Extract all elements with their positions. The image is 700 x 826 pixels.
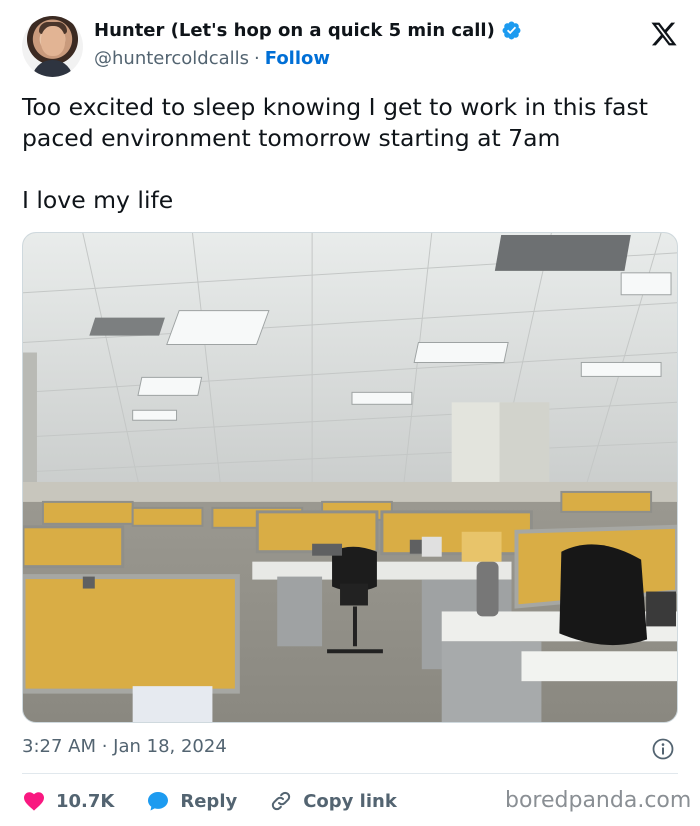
author-name-row: Hunter (Let's hop on a quick 5 min call): [94, 20, 522, 41]
action-bar: 10.7K Reply Copy link: [22, 786, 429, 816]
heart-icon: [24, 792, 44, 811]
author-display-name[interactable]: Hunter (Let's hop on a quick 5 min call): [94, 20, 495, 41]
link-icon: [272, 791, 291, 811]
handle-separator: ·: [254, 48, 260, 69]
reply-button[interactable]: Reply: [146, 789, 237, 813]
reply-bubble-icon: [148, 792, 169, 811]
like-button[interactable]: 10.7K: [22, 789, 114, 813]
info-icon[interactable]: [651, 737, 675, 761]
tweet-line: I love my life: [22, 186, 174, 214]
x-logo-icon[interactable]: [650, 20, 678, 48]
avatar[interactable]: [22, 16, 83, 77]
tweet-timestamp[interactable]: 3:27 AM · Jan 18, 2024: [22, 736, 227, 757]
follow-button[interactable]: Follow: [265, 48, 330, 69]
author-handle-row: @huntercoldcalls · Follow: [94, 48, 330, 69]
copy-link-button[interactable]: Copy link: [269, 789, 397, 813]
divider: [22, 773, 678, 774]
verified-badge-icon: [502, 21, 521, 40]
copy-link-label: Copy link: [303, 790, 397, 812]
watermark: boredpanda.com: [505, 788, 692, 813]
office-photo-illustration: [23, 233, 677, 722]
tweet-text: Too excited to sleep knowing I get to wo…: [22, 92, 682, 216]
like-count: 10.7K: [56, 790, 115, 812]
tweet-line: Too excited to sleep knowing I get to wo…: [22, 93, 648, 152]
tweet-header: Hunter (Let's hop on a quick 5 min call)…: [22, 16, 682, 78]
reply-label: Reply: [180, 790, 238, 812]
author-handle[interactable]: @huntercoldcalls: [94, 48, 249, 69]
office-photo[interactable]: [22, 232, 678, 723]
